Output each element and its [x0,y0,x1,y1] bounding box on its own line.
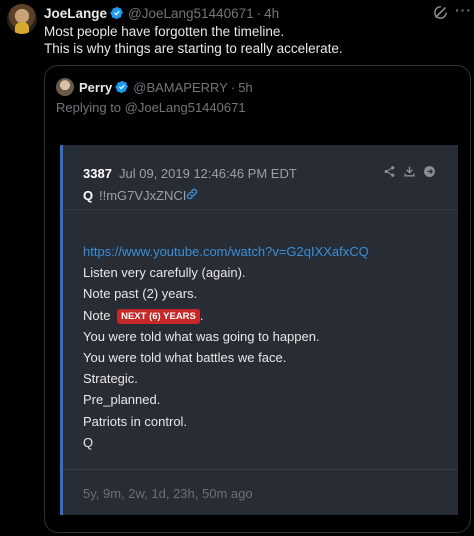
author-avatar[interactable] [7,4,37,34]
quoted-avatar[interactable] [56,78,74,96]
q-name: Q [83,188,94,203]
youtube-link[interactable]: https://www.youtube.com/watch?v=G2qIXXaf… [83,244,369,259]
post-text: Most people have forgotten the timeline.… [44,23,343,57]
post-date: Jul 09, 2019 12:46:46 PM EDT [119,166,297,181]
note-suffix: . [199,307,204,323]
note-prefix: Note [83,307,111,323]
verified-icon [110,7,124,19]
download-icon[interactable] [403,165,416,178]
goto-icon[interactable] [423,165,436,178]
card-header: 3387 Jul 09, 2019 12:46:46 PM EDT Q !!mG… [63,145,458,209]
quoted-author-name[interactable]: Perry [79,80,112,95]
more-icon[interactable]: ··· [455,1,472,19]
post-text-line: Most people have forgotten the timeline. [44,24,285,39]
content-line: Patriots in control. [83,413,188,429]
author-name[interactable]: JoeLange [44,6,107,21]
author-handle[interactable]: @JoeLang51440671 [128,6,254,21]
verified-icon [115,81,129,93]
card-content: https://www.youtube.com/watch?v=G2qIXXaf… [83,241,369,453]
quoted-time[interactable]: 5h [238,80,252,95]
content-line: Note past (2) years. [83,286,198,302]
post-text-line: This is why things are starting to reall… [44,41,343,56]
link-icon[interactable] [185,187,199,201]
grok-icon[interactable] [432,4,449,21]
content-line: You were told what battles we face. [83,350,287,366]
time-ago: 5y, 9m, 2w, 1d, 23h, 50m ago [83,486,253,501]
quoted-header: Perry @BAMAPERRY · 5h [79,78,253,96]
card-actions [383,165,436,178]
replying-to: Replying to @JoeLang51440671 [56,100,246,115]
separator-dot: · [256,5,262,21]
q-drop-card: 3387 Jul 09, 2019 12:46:46 PM EDT Q !!mG… [60,145,458,515]
post-number[interactable]: 3387 [83,166,112,181]
separator-dot: · [230,79,236,95]
content-line: Q [83,434,94,450]
tripcode: !!mG7VJxZNCI [99,188,187,203]
post-time[interactable]: 4h [264,6,279,21]
content-line: Listen very carefully (again). [83,265,246,281]
content-line: Note NEXT (6) YEARS. [83,305,369,326]
card-footer: 5y, 9m, 2w, 1d, 23h, 50m ago [63,469,458,515]
content-line: You were told what was going to happen. [83,328,320,344]
next-years-badge: NEXT (6) YEARS [117,308,200,324]
share-icon[interactable] [383,165,396,178]
content-line: Strategic. [83,371,138,387]
post-header: JoeLange @JoeLang51440671 · 4h [44,4,434,22]
card-divider [63,209,458,225]
quoted-author-handle[interactable]: @BAMAPERRY [133,80,228,95]
content-line: Pre_planned. [83,392,161,408]
quoted-post[interactable]: Perry @BAMAPERRY · 5h Replying to @JoeLa… [44,65,471,533]
